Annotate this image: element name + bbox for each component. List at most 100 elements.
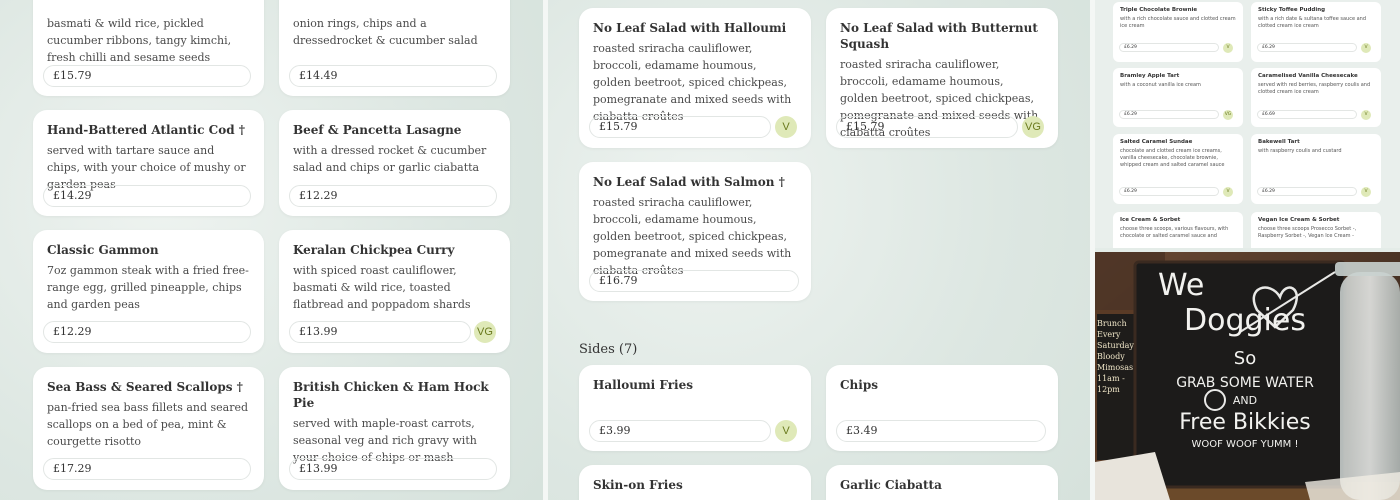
menu-item-title: No Leaf Salad with Halloumi	[593, 21, 787, 35]
menu-card-halloumi-fries[interactable]: Halloumi Fries £3.99 V	[579, 365, 811, 451]
sides-heading: Sides (7)	[579, 342, 638, 357]
dessert-card[interactable]: Caramelised Vanilla Cheesecake served wi…	[1251, 68, 1381, 127]
vegan-badge: VG	[1223, 110, 1233, 120]
dessert-title: Caramelised Vanilla Cheesecake	[1258, 73, 1358, 79]
vegan-badge: VG	[1022, 116, 1044, 138]
board-line: Brunch	[1097, 319, 1127, 328]
menu-item-description: with a dressed rocket & cucumber salad a…	[293, 144, 487, 174]
board-line: Every Saturday	[1097, 330, 1134, 350]
dessert-card[interactable]: Sticky Toffee Pudding with a rich date &…	[1251, 2, 1381, 62]
dessert-price: £6.29	[1257, 43, 1357, 52]
desserts-thumbnail: Triple Chocolate Brownie with a rich cho…	[1095, 0, 1400, 248]
menu-item-title: Hand-Battered Atlantic Cod †	[47, 123, 246, 137]
menu-card-gammon[interactable]: Classic Gammon 7oz gammon steak with a f…	[33, 230, 264, 353]
glass-jar	[1340, 272, 1400, 500]
sign-line-we: We	[1158, 268, 1205, 303]
price-pill: £12.29	[289, 185, 497, 207]
menu-item-title: Skin-on Fries	[593, 478, 683, 492]
dessert-description: with a rich date & sultana toffee sauce …	[1258, 16, 1367, 29]
mains-panel: basmati & wild rice, pickled cucumber ri…	[0, 0, 543, 500]
dessert-price: £6.29	[1119, 43, 1219, 52]
dessert-title: Sticky Toffee Pudding	[1258, 7, 1326, 13]
dessert-card[interactable]: Salted Caramel Sundae chocolate and clot…	[1113, 134, 1243, 204]
price-pill: £15.79	[836, 116, 1018, 138]
menu-card-fish-chips[interactable]: onion rings, chips and a dressedrocket &…	[279, 0, 510, 96]
menu-item-title: Keralan Chickpea Curry	[293, 243, 455, 257]
menu-item-title: Chips	[840, 378, 878, 392]
menu-card-chickpea-curry[interactable]: Keralan Chickpea Curry with spiced roast…	[279, 230, 510, 353]
vegetarian-badge: V	[1223, 43, 1233, 53]
dessert-description: served with red berries, raspberry couli…	[1258, 82, 1371, 95]
board-line: 11am - 12pm	[1097, 374, 1125, 394]
menu-item-description: roasted sriracha cauliflower, broccoli, …	[593, 42, 792, 123]
menu-card-chicken-pie[interactable]: British Chicken & Ham Hock Pie served wi…	[279, 367, 510, 490]
dessert-description: with a coconut vanilla ice cream	[1120, 82, 1201, 88]
dessert-title: Salted Caramel Sundae	[1120, 139, 1193, 145]
vegetarian-badge: V	[1361, 43, 1371, 53]
sign-line-water: GRAB SOME WATER	[1176, 375, 1314, 391]
board-line: Mimosas	[1097, 363, 1134, 372]
price-pill: £14.29	[43, 185, 251, 207]
price-pill: £12.29	[43, 321, 251, 343]
dessert-card[interactable]: Bramley Apple Tart with a coconut vanill…	[1113, 68, 1243, 127]
board-line: Bloody	[1097, 352, 1125, 361]
menu-item-title: No Leaf Salad with Butternut Squash	[840, 21, 1038, 51]
price-pill: £3.49	[836, 420, 1046, 442]
price-pill: £13.99	[289, 458, 497, 480]
vegetarian-badge: V	[775, 420, 797, 442]
menu-item-description: basmati & wild rice, pickled cucumber ri…	[47, 17, 232, 64]
menu-item-description: with spiced roast cauliflower, basmati &…	[293, 264, 471, 311]
sign-line-woof: WOOF WOOF YUMM !	[1191, 439, 1299, 450]
sign-line-bikkies: Free Bikkies	[1179, 410, 1311, 435]
dessert-price: £6.29	[1119, 110, 1219, 119]
menu-item-title: Sea Bass & Seared Scallops †	[47, 380, 243, 394]
menu-card-garlic-ciabatta[interactable]: Garlic Ciabatta	[826, 465, 1058, 500]
vegetarian-badge: V	[775, 116, 797, 138]
menu-card-salad-butternut[interactable]: No Leaf Salad with Butternut Squash roas…	[826, 8, 1058, 148]
brunch-board-text: Brunch Every Saturday Bloody Mimosas 11a…	[1097, 318, 1139, 395]
dessert-title: Ice Cream & Sorbet	[1120, 217, 1181, 223]
sign-line-doggies: Doggies	[1184, 303, 1306, 338]
dessert-description: chocolate and clotted cream ice creams, …	[1120, 148, 1225, 168]
menu-card-salad-salmon[interactable]: No Leaf Salad with Salmon † roasted srir…	[579, 162, 811, 301]
dessert-card[interactable]: Triple Chocolate Brownie with a rich cho…	[1113, 2, 1243, 62]
menu-card-rice-bowl[interactable]: basmati & wild rice, pickled cucumber ri…	[33, 0, 264, 96]
salads-sides-panel: No Leaf Salad with Halloumi roasted srir…	[548, 0, 1090, 500]
price-pill: £15.79	[589, 116, 771, 138]
menu-item-description: onion rings, chips and a dressedrocket &…	[293, 17, 478, 47]
price-pill: £13.99	[289, 321, 471, 343]
screenshot: basmati & wild rice, pickled cucumber ri…	[0, 0, 1400, 500]
dessert-description: with a rich chocolate sauce and clotted …	[1120, 16, 1236, 29]
dessert-card[interactable]: Vegan Ice Cream & Sorbet choose three sc…	[1251, 212, 1381, 248]
dessert-card[interactable]: Ice Cream & Sorbet choose three scoops, …	[1113, 212, 1243, 248]
menu-card-atlantic-cod[interactable]: Hand-Battered Atlantic Cod † served with…	[33, 110, 264, 216]
dessert-price: £6.69	[1257, 110, 1357, 119]
dog-sign-photo: Brunch Every Saturday Bloody Mimosas 11a…	[1095, 252, 1400, 500]
price-pill: £14.49	[289, 65, 497, 87]
menu-item-title: Classic Gammon	[47, 243, 159, 257]
vegan-badge: VG	[474, 321, 496, 343]
dessert-price: £6.29	[1257, 187, 1357, 196]
sign-text: We Doggies So GRAB SOME WATER AND Free B…	[1150, 270, 1340, 452]
dessert-description: with raspberry coulis and custard	[1258, 148, 1342, 154]
menu-card-salad-halloumi[interactable]: No Leaf Salad with Halloumi roasted srir…	[579, 8, 811, 148]
sign-line-so: So	[1233, 348, 1257, 369]
dessert-description: choose three scoops, various flavours, w…	[1120, 226, 1229, 239]
menu-card-sea-bass[interactable]: Sea Bass & Seared Scallops † pan-fried s…	[33, 367, 264, 490]
price-pill: £15.79	[43, 65, 251, 87]
menu-item-title: Garlic Ciabatta	[840, 478, 942, 492]
menu-item-title: Halloumi Fries	[593, 378, 693, 392]
dessert-description: choose three scoops Prosecco Sorbet -, R…	[1258, 226, 1357, 239]
menu-item-description: 7oz gammon steak with a fried free-range…	[47, 264, 249, 311]
menu-item-title: British Chicken & Ham Hock Pie	[293, 380, 489, 410]
dessert-title: Triple Chocolate Brownie	[1120, 7, 1198, 13]
dessert-title: Vegan Ice Cream & Sorbet	[1258, 217, 1340, 223]
vegetarian-badge: V	[1361, 187, 1371, 197]
dessert-title: Bramley Apple Tart	[1120, 73, 1180, 79]
vegetarian-badge: V	[1361, 110, 1371, 120]
dessert-card[interactable]: Bakewell Tart with raspberry coulis and …	[1251, 134, 1381, 204]
menu-card-skin-on-fries[interactable]: Skin-on Fries	[579, 465, 811, 500]
menu-card-lasagne[interactable]: Beef & Pancetta Lasagne with a dressed r…	[279, 110, 510, 216]
price-pill: £16.79	[589, 270, 799, 292]
menu-card-chips[interactable]: Chips £3.49	[826, 365, 1058, 451]
